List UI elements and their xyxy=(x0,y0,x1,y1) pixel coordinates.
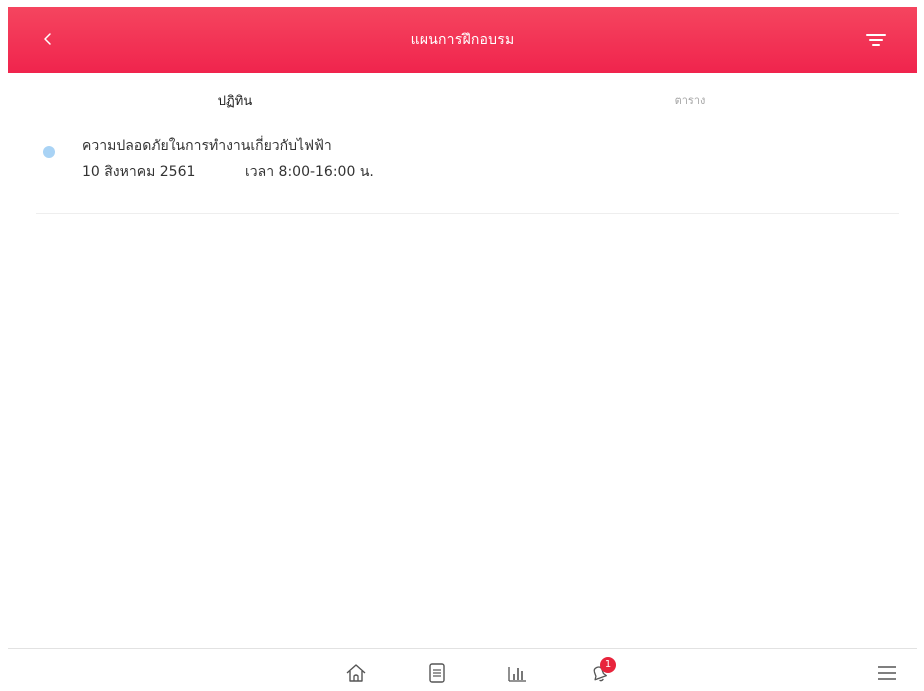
filter-icon xyxy=(866,34,886,46)
hamburger-menu-icon xyxy=(878,666,896,680)
header-bar: แผนการฝึกอบรม xyxy=(8,7,917,73)
filter-button[interactable] xyxy=(862,28,890,52)
page-title: แผนการฝึกอบรม xyxy=(410,32,515,48)
training-list-item[interactable]: ความปลอดภัยในการทำงานเกี่ยวกับไฟฟ้า 10 ส… xyxy=(36,131,899,214)
view-tabs: ปฏิทิน ตาราง xyxy=(8,73,917,127)
nav-notifications-button[interactable]: 1 xyxy=(586,657,616,686)
nav-home-button[interactable] xyxy=(343,660,369,686)
nav-documents-button[interactable] xyxy=(424,660,450,686)
training-title: ความปลอดภัยในการทำงานเกี่ยวกับไฟฟ้า xyxy=(82,138,332,154)
tab-table[interactable]: ตาราง xyxy=(463,73,917,127)
app-frame: แผนการฝึกอบรม ปฏิทิน ตาราง ความปลอดภัยใน… xyxy=(8,7,917,691)
training-date: 10 สิงหาคม 2561 xyxy=(82,164,196,180)
bottom-nav-bar: 1 xyxy=(8,648,917,691)
notification-badge: 1 xyxy=(600,657,616,673)
menu-button[interactable] xyxy=(874,660,900,686)
home-icon xyxy=(346,664,366,682)
nav-statistics-button[interactable] xyxy=(504,660,530,686)
status-dot xyxy=(43,146,55,158)
training-time: เวลา 8:00-16:00 น. xyxy=(245,164,374,180)
document-icon xyxy=(429,663,445,683)
bar-chart-icon xyxy=(508,667,526,682)
tab-calendar[interactable]: ปฏิทิน xyxy=(8,73,462,127)
